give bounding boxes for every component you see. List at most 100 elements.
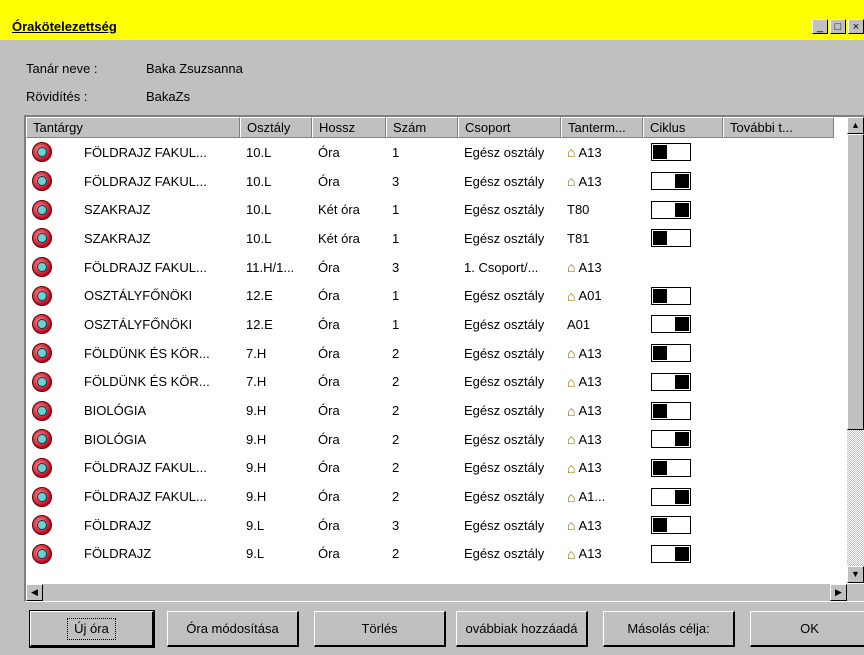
- column-header-more[interactable]: További t...: [723, 117, 834, 138]
- scroll-down-arrow-icon[interactable]: ▼: [847, 566, 864, 583]
- clock-icon: [32, 314, 52, 335]
- cycle-toggle[interactable]: [651, 286, 691, 305]
- table-row[interactable]: BIOLÓGIA 9.H Óra 2 Egész osztály ⌂ A13: [26, 425, 834, 454]
- cycle-toggle[interactable]: [651, 430, 691, 449]
- table-row[interactable]: OSZTÁLYFŐNÖKI 12.E Óra 1 Egész osztály ⌂ A01: [26, 281, 834, 310]
- table-row[interactable]: FÖLDRAJZ FAKUL... 11.H/1... Óra 3 1. Csoport…: [26, 253, 834, 282]
- cell-count: 1: [392, 316, 400, 332]
- copy-target-button[interactable]: Másolás célja:: [603, 611, 735, 647]
- cycle-toggle[interactable]: [651, 315, 691, 334]
- column-header-cycle[interactable]: Ciklus: [643, 117, 723, 138]
- cell-count: 2: [392, 431, 400, 447]
- cell-length: Óra: [318, 431, 340, 447]
- cycle-toggle[interactable]: [651, 229, 691, 248]
- cell-room: ⌂ A13: [561, 546, 643, 562]
- list-header: Tantárgy Osztály Hossz Szám Csoport Tant…: [26, 117, 834, 138]
- house-icon: ⌂: [567, 259, 576, 276]
- row-icon-cell: [26, 171, 78, 192]
- cycle-toggle[interactable]: [651, 143, 691, 162]
- scroll-left-arrow-icon[interactable]: ◀: [26, 584, 43, 601]
- delete-button[interactable]: Törlés: [314, 611, 446, 647]
- add-more-button[interactable]: ovábbiak hozzáadá: [456, 611, 588, 647]
- table-row[interactable]: FÖLDÜNK ÉS KÖR... 7.H Óra 2 Egész osztály ⌂ A1…: [26, 339, 834, 368]
- cell-cycle: [643, 401, 723, 420]
- cycle-toggle[interactable]: [651, 200, 691, 219]
- room-label: T81: [567, 230, 590, 246]
- table-row[interactable]: FÖLDRAJZ FAKUL... 9.H Óra 2 Egész osztály ⌂ A1…: [26, 454, 834, 483]
- table-row[interactable]: BIOLÓGIA 9.H Óra 2 Egész osztály ⌂ A13: [26, 396, 834, 425]
- cell-subject: SZAKRAJZ: [84, 202, 151, 218]
- column-header-count[interactable]: Szám: [386, 117, 458, 138]
- cycle-toggle[interactable]: [651, 172, 691, 191]
- cycle-toggle-knob: [653, 288, 667, 303]
- room-label: A01: [567, 316, 591, 332]
- house-icon: ⌂: [567, 545, 576, 562]
- column-header-class[interactable]: Osztály: [240, 117, 312, 138]
- ok-button[interactable]: OK: [750, 611, 864, 647]
- cell-cycle: [643, 200, 723, 219]
- room-label: A13: [578, 403, 602, 419]
- room-label: A13: [578, 144, 602, 160]
- cell-class: 11.H/1...: [246, 259, 295, 275]
- cell-length: Óra: [318, 259, 340, 275]
- row-icon-cell: [26, 199, 78, 220]
- cell-class: 7.H: [246, 374, 267, 390]
- cell-length: Óra: [318, 173, 340, 189]
- cycle-toggle-knob: [653, 518, 667, 533]
- cell-subject: FÖLDRAJZ: [84, 546, 152, 562]
- scroll-right-arrow-icon[interactable]: ▶: [830, 584, 847, 601]
- cell-subject: FÖLDÜNK ÉS KÖR...: [84, 345, 210, 361]
- cycle-toggle[interactable]: [651, 487, 691, 506]
- scroll-up-arrow-icon[interactable]: ▲: [847, 117, 864, 134]
- lesson-list[interactable]: Tantárgy Osztály Hossz Szám Csoport Tant…: [24, 115, 864, 602]
- table-row[interactable]: FÖLDRAJZ FAKUL... 9.H Óra 2 Egész osztály ⌂ A1…: [26, 482, 834, 511]
- table-row[interactable]: FÖLDRAJZ FAKUL... 10.L Óra 1 Egész osztály ⌂ A…: [26, 138, 834, 167]
- row-icon-cell: [26, 343, 78, 364]
- maximize-button[interactable]: □: [830, 19, 846, 34]
- cell-count: 2: [392, 546, 400, 562]
- cycle-toggle[interactable]: [651, 458, 691, 477]
- cycle-toggle[interactable]: [651, 544, 691, 563]
- cycle-toggle-knob: [675, 432, 689, 447]
- column-header-length[interactable]: Hossz: [312, 117, 386, 138]
- vertical-scrollbar[interactable]: ▲ ▼: [847, 117, 864, 583]
- column-header-group[interactable]: Csoport: [458, 117, 561, 138]
- row-icon-cell: [26, 314, 78, 335]
- cell-class: 9.H: [246, 431, 267, 447]
- cycle-toggle-knob: [675, 489, 689, 504]
- cell-room: ⌂ A13: [561, 345, 643, 361]
- row-icon-cell: [26, 371, 78, 392]
- cell-group: Egész osztály: [464, 546, 545, 562]
- table-row[interactable]: SZAKRAJZ 10.L Két óra 1 Egész osztály T80: [26, 195, 834, 224]
- cell-count: 2: [392, 374, 400, 390]
- cell-cycle: [643, 430, 723, 449]
- table-row[interactable]: OSZTÁLYFŐNÖKI 12.E Óra 1 Egész osztály A01: [26, 310, 834, 339]
- column-header-subject[interactable]: Tantárgy: [26, 117, 240, 138]
- cell-class: 7.H: [246, 345, 267, 361]
- cycle-toggle[interactable]: [651, 372, 691, 391]
- table-row[interactable]: FÖLDÜNK ÉS KÖR... 7.H Óra 2 Egész osztály ⌂ A1…: [26, 368, 834, 397]
- cycle-toggle-knob: [653, 231, 667, 246]
- cell-count: 3: [392, 259, 400, 275]
- cycle-toggle[interactable]: [651, 516, 691, 535]
- vertical-scroll-thumb[interactable]: [847, 134, 864, 430]
- table-row[interactable]: SZAKRAJZ 10.L Két óra 1 Egész osztály T81: [26, 224, 834, 253]
- edit-lesson-button[interactable]: Óra módosítása: [167, 611, 299, 647]
- cell-count: 2: [392, 345, 400, 361]
- new-lesson-button[interactable]: Új óra: [29, 610, 155, 648]
- clock-icon: [32, 343, 52, 364]
- cycle-toggle[interactable]: [651, 344, 691, 363]
- cell-room: T80: [561, 202, 643, 217]
- table-row[interactable]: FÖLDRAJZ 9.L Óra 2 Egész osztály ⌂ A13: [26, 540, 834, 569]
- cycle-toggle[interactable]: [651, 401, 691, 420]
- cell-cycle: [643, 544, 723, 563]
- cell-subject: OSZTÁLYFŐNÖKI: [84, 316, 193, 332]
- table-row[interactable]: FÖLDRAJZ 9.L Óra 3 Egész osztály ⌂ A13: [26, 511, 834, 540]
- column-header-room[interactable]: Tanterm...: [561, 117, 643, 138]
- horizontal-scrollbar[interactable]: ◀ ▶: [26, 584, 847, 601]
- close-button[interactable]: ×: [848, 19, 864, 34]
- minimize-button[interactable]: _: [812, 19, 828, 34]
- cell-count: 1: [392, 230, 400, 246]
- house-icon: ⌂: [567, 144, 576, 161]
- table-row[interactable]: FÖLDRAJZ FAKUL... 10.L Óra 3 Egész osztály ⌂ A…: [26, 167, 834, 196]
